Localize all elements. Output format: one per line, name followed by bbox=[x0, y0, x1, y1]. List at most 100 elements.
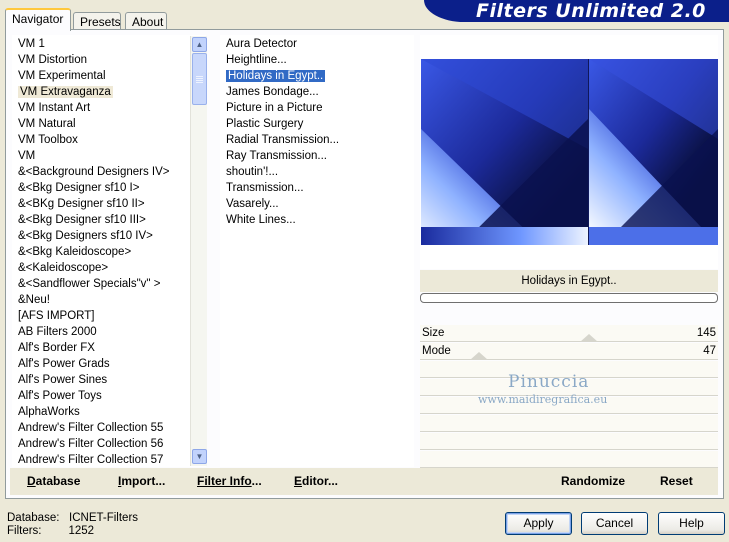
list-item[interactable]: &<Bkg Kaleidoscope> bbox=[12, 244, 206, 260]
list-item-label: &<Bkg Designers sf10 IV> bbox=[18, 230, 153, 242]
filter-info-button[interactable]: Filter Info... bbox=[197, 474, 262, 488]
help-button[interactable]: Help bbox=[658, 512, 725, 535]
list-item[interactable]: James Bondage... bbox=[220, 84, 414, 100]
list-item[interactable]: Aura Detector bbox=[220, 36, 414, 52]
list-item[interactable]: Picture in a Picture bbox=[220, 100, 414, 116]
watermark-name: Pinuccia bbox=[508, 372, 590, 392]
list-item-label: Alf's Border FX bbox=[18, 342, 95, 354]
list-item-label: James Bondage... bbox=[226, 86, 319, 98]
list-item[interactable]: VM Instant Art bbox=[12, 100, 206, 116]
scroll-down-button[interactable]: ▼ bbox=[192, 449, 207, 464]
list-item-label: Andrew's Filter Collection 56 bbox=[18, 438, 164, 450]
list-item[interactable]: &<Sandflower Specials"v" > bbox=[12, 276, 206, 292]
list-item[interactable]: Andrew's Filter Collection 56 bbox=[12, 436, 206, 452]
list-item-label: VM 1 bbox=[18, 38, 45, 50]
list-item[interactable]: VM Toolbox bbox=[12, 132, 206, 148]
tab-navigator[interactable]: Navigator bbox=[5, 8, 71, 31]
selected-filter-name: Holidays in Egypt.. bbox=[420, 270, 718, 292]
list-item-label: shoutin'!... bbox=[226, 166, 279, 178]
parameter-empty bbox=[420, 451, 718, 468]
list-item[interactable]: Andrew's Filter Collection 55 bbox=[12, 420, 206, 436]
list-item[interactable]: Alf's Power Grads bbox=[12, 356, 206, 372]
list-item[interactable]: Vasarely... bbox=[220, 196, 414, 212]
list-item[interactable]: Plastic Surgery bbox=[220, 116, 414, 132]
list-item[interactable]: VM Extravaganza bbox=[12, 84, 206, 100]
parameter-mode[interactable]: Mode 47 bbox=[420, 343, 718, 360]
list-item-label: Radial Transmission... bbox=[226, 134, 340, 146]
import-button[interactable]: Import... bbox=[118, 474, 165, 488]
list-item-label: Alf's Power Grads bbox=[18, 358, 110, 370]
category-scrollbar[interactable]: ▲ ▼ bbox=[190, 36, 207, 466]
filter-list[interactable]: Aura Detector Heightline... Holidays in Eg… bbox=[220, 35, 414, 467]
cancel-button[interactable]: Cancel bbox=[581, 512, 648, 535]
list-item[interactable]: Alf's Power Toys bbox=[12, 388, 206, 404]
list-item[interactable]: White Lines... bbox=[220, 212, 414, 228]
list-item[interactable]: [AFS IMPORT] bbox=[12, 308, 206, 324]
parameter-size-value: 145 bbox=[696, 327, 716, 339]
randomize-button[interactable]: Randomize bbox=[561, 474, 625, 488]
list-item[interactable]: Radial Transmission... bbox=[220, 132, 414, 148]
reset-button[interactable]: Reset bbox=[660, 474, 693, 488]
list-item[interactable]: &<Bkg Designer sf10 III> bbox=[12, 212, 206, 228]
list-item-label: VM Experimental bbox=[18, 70, 106, 82]
scroll-up-button[interactable]: ▲ bbox=[192, 37, 207, 52]
list-item-label: &<Background Designers IV> bbox=[18, 166, 170, 178]
list-item-label: Vasarely... bbox=[226, 198, 279, 210]
list-item[interactable]: Alf's Border FX bbox=[12, 340, 206, 356]
list-item-label: Andrew's Filter Collection 55 bbox=[18, 422, 164, 434]
list-item[interactable]: &<Bkg Designers sf10 IV> bbox=[12, 228, 206, 244]
list-item[interactable]: Heightline... bbox=[220, 52, 414, 68]
list-item-label: Aura Detector bbox=[226, 38, 297, 50]
list-item-label: &<BKg Designer sf10 II> bbox=[18, 198, 145, 210]
list-item-label: &<Bkg Designer sf10 III> bbox=[18, 214, 146, 226]
list-item-label: VM Natural bbox=[18, 118, 76, 130]
parameter-mode-label: Mode bbox=[422, 345, 451, 357]
app-title: Filters Unlimited 2.0 bbox=[476, 0, 706, 22]
list-item[interactable]: Holidays in Egypt.. bbox=[220, 68, 414, 84]
parameter-size-handle[interactable] bbox=[580, 334, 598, 342]
parameter-mode-value: 47 bbox=[703, 345, 716, 357]
list-item-label: VM bbox=[18, 150, 36, 162]
list-item-label: VM Toolbox bbox=[18, 134, 78, 146]
list-item[interactable]: shoutin'!... bbox=[220, 164, 414, 180]
list-item[interactable]: Transmission... bbox=[220, 180, 414, 196]
list-item[interactable]: Ray Transmission... bbox=[220, 148, 414, 164]
list-item[interactable]: &Neu! bbox=[12, 292, 206, 308]
tab-about[interactable]: About bbox=[125, 12, 167, 30]
category-list[interactable]: VM 1 VM Distortion VM Experimental VM Extra… bbox=[12, 35, 206, 467]
list-item-label: &<Sandflower Specials"v" > bbox=[18, 278, 161, 290]
list-item-label: &<Bkg Designer sf10 I> bbox=[18, 182, 140, 194]
list-item[interactable]: VM 1 bbox=[12, 36, 206, 52]
tab-presets[interactable]: Presets bbox=[73, 12, 121, 30]
list-item[interactable]: &<Background Designers IV> bbox=[12, 164, 206, 180]
list-item-label: AlphaWorks bbox=[18, 406, 80, 418]
list-item-label: VM Instant Art bbox=[18, 102, 91, 114]
editor-button[interactable]: Editor... bbox=[294, 474, 338, 488]
list-item[interactable]: AB Filters 2000 bbox=[12, 324, 206, 340]
list-item[interactable]: VM bbox=[12, 148, 206, 164]
database-status: Database: ICNET-Filters bbox=[7, 512, 139, 524]
list-item[interactable]: Andrew's Filter Collection 57 bbox=[12, 452, 206, 467]
parameter-mode-handle[interactable] bbox=[470, 352, 488, 360]
list-item[interactable]: &<Bkg Designer sf10 I> bbox=[12, 180, 206, 196]
list-item-label: Heightline... bbox=[226, 54, 287, 66]
list-item-label: Plastic Surgery bbox=[226, 118, 304, 130]
list-item[interactable]: &<Kaleidoscope> bbox=[12, 260, 206, 276]
list-item[interactable]: VM Natural bbox=[12, 116, 206, 132]
database-button[interactable]: Database bbox=[27, 474, 80, 488]
list-item[interactable]: VM Experimental bbox=[12, 68, 206, 84]
list-item[interactable]: AlphaWorks bbox=[12, 404, 206, 420]
list-item-label: &<Bkg Kaleidoscope> bbox=[18, 246, 132, 258]
parameter-size[interactable]: Size 145 bbox=[420, 325, 718, 342]
list-item-label: VM Distortion bbox=[18, 54, 88, 66]
apply-button[interactable]: Apply bbox=[505, 512, 572, 535]
list-item-label: Picture in a Picture bbox=[226, 102, 323, 114]
list-item[interactable]: &<BKg Designer sf10 II> bbox=[12, 196, 206, 212]
parameter-size-label: Size bbox=[422, 327, 445, 339]
parameter-empty bbox=[420, 415, 718, 432]
list-item[interactable]: Alf's Power Sines bbox=[12, 372, 206, 388]
list-item-label: Alf's Power Toys bbox=[18, 390, 102, 402]
list-item[interactable]: VM Distortion bbox=[12, 52, 206, 68]
list-item-label: White Lines... bbox=[226, 214, 296, 226]
scroll-thumb[interactable] bbox=[192, 53, 207, 105]
